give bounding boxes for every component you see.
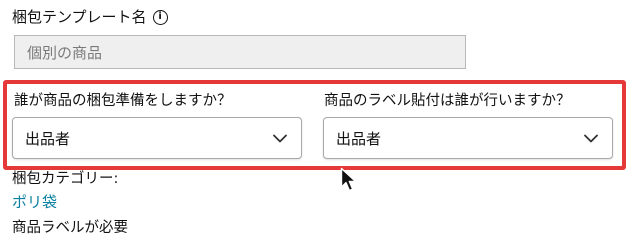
label-owner-selected: 出品者 [336, 129, 382, 148]
info-icon[interactable]: i [152, 9, 168, 25]
mouse-pointer-icon [340, 167, 357, 192]
prep-category-link[interactable]: ポリ袋 [12, 192, 57, 212]
prep-owner-selected: 出品者 [25, 129, 71, 148]
prep-owner-question: 誰が商品の梱包準備をしますか？ [14, 93, 232, 109]
chevron-down-icon [273, 134, 287, 142]
label-required-text: 商品ラベルが必要 [12, 220, 128, 236]
template-name-field: 個別の商品 [14, 35, 466, 69]
label-owner-select[interactable]: 出品者 [323, 117, 613, 159]
label-owner-question: 商品のラベル貼付は誰が行いますか？ [324, 93, 571, 109]
template-name-value: 個別の商品 [27, 43, 103, 62]
prep-owner-select[interactable]: 出品者 [12, 117, 302, 159]
chevron-down-icon [584, 134, 598, 142]
template-name-label: 梱包テンプレート名 i [12, 7, 168, 27]
prep-category-label: 梱包カテゴリー: [12, 171, 119, 187]
template-name-label-text: 梱包テンプレート名 [12, 8, 147, 26]
